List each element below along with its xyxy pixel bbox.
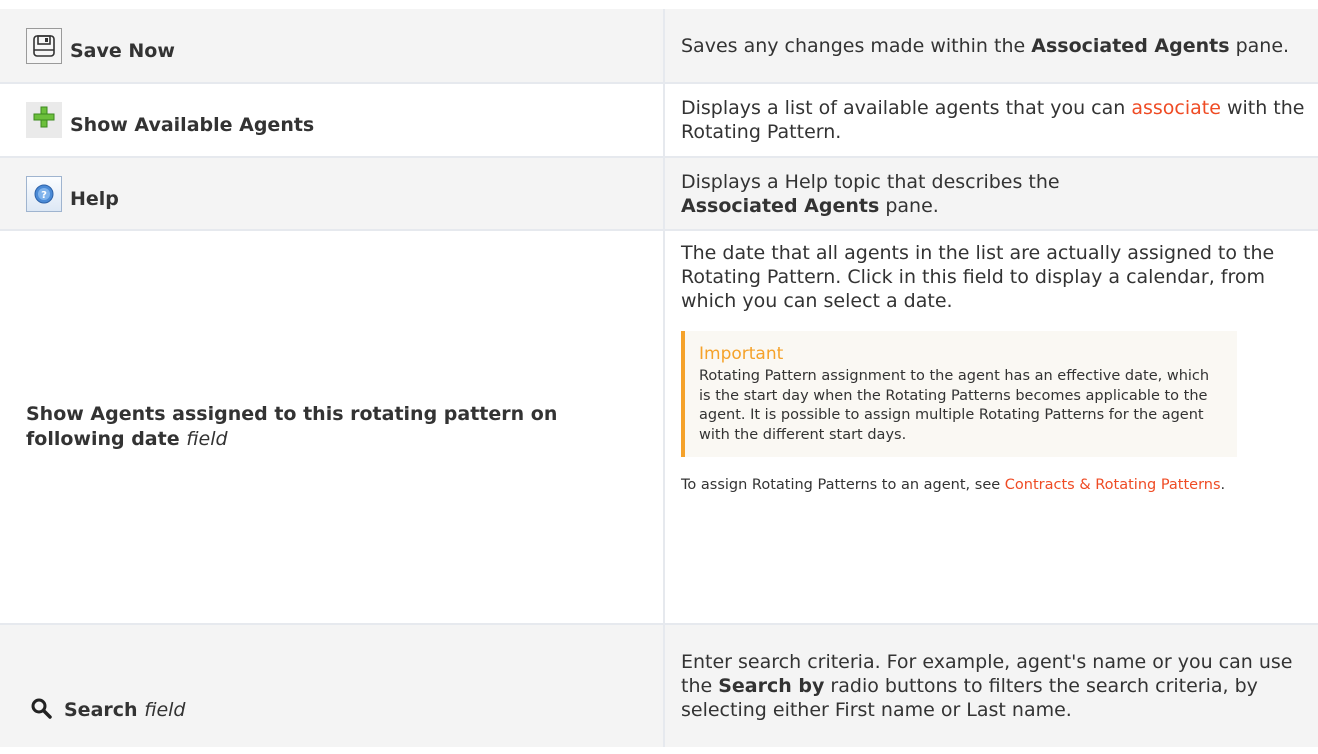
- search-field-button[interactable]: [26, 693, 56, 723]
- description: Displays a list of available agents that…: [681, 96, 1306, 144]
- term-cell: Show Available Agents: [0, 84, 665, 156]
- important-callout: Important Rotating Pattern assignment to…: [681, 331, 1237, 457]
- term-label: Save Now: [70, 39, 175, 62]
- table-row: ? Help Displays a Help topic that descri…: [0, 158, 1318, 229]
- term-text: Show Agents assigned to this rotating pa…: [26, 403, 558, 450]
- help-icon: ?: [26, 175, 62, 212]
- note-text: To assign Rotating Patterns to an agent,…: [681, 475, 1306, 495]
- plus-icon: [26, 102, 62, 138]
- description: The date that all agents in the list are…: [681, 242, 1275, 312]
- associate-link[interactable]: associate: [1131, 97, 1221, 119]
- description-cell: The date that all agents in the list are…: [664, 231, 1318, 623]
- table-row: Search field Enter search criteria. For …: [0, 625, 1318, 747]
- svg-text:?: ?: [41, 190, 47, 201]
- important-body: Rotating Pattern assignment to the agent…: [699, 368, 1210, 443]
- table-row: Show Agents assigned to this rotating pa…: [0, 231, 1318, 623]
- note-pre: To assign Rotating Patterns to an agent,…: [681, 477, 1005, 493]
- term-cell: Save Now: [0, 9, 665, 82]
- desc-bold: Search by: [718, 675, 825, 697]
- term-cell: Search field: [0, 625, 665, 747]
- description-cell: Displays a Help topic that describes the…: [664, 158, 1318, 229]
- term-label: Show Available Agents: [70, 114, 315, 136]
- table-row: Save Now Saves any changes made within t…: [0, 9, 1318, 82]
- term-cell: ? Help: [0, 158, 665, 229]
- term-cell: Show Agents assigned to this rotating pa…: [0, 231, 665, 623]
- description-cell: Saves any changes made within the Associ…: [664, 9, 1318, 82]
- description: Displays a Help topic that describes the…: [681, 170, 1306, 218]
- desc-text: pane.: [879, 194, 939, 217]
- term-label: Search field: [64, 699, 186, 721]
- term-text: Search: [64, 699, 138, 721]
- note-post: .: [1220, 477, 1226, 493]
- term-label: Show Agents assigned to this rotating pa…: [26, 403, 557, 450]
- term-suffix: field: [144, 699, 186, 721]
- desc-text: Displays a Help topic that describes the: [681, 170, 1060, 193]
- contracts-rotating-patterns-link[interactable]: Contracts & Rotating Patterns: [1005, 477, 1221, 493]
- description-cell: Enter search criteria. For example, agen…: [664, 625, 1318, 747]
- help-button[interactable]: ?: [26, 175, 62, 212]
- term-label: Help: [70, 187, 119, 210]
- search-icon: [26, 693, 56, 723]
- description: Enter search criteria. For example, agen…: [681, 650, 1306, 722]
- desc-bold: Associated Agents: [681, 194, 880, 217]
- desc-text: Displays a list of available agents that…: [681, 97, 1132, 119]
- desc-bold: Associated Agents: [1031, 34, 1230, 57]
- reference-table: Save Now Saves any changes made within t…: [0, 9, 1318, 747]
- term-suffix: field: [186, 428, 228, 450]
- show-available-agents-button[interactable]: [26, 102, 62, 138]
- desc-text: Saves any changes made within the: [681, 34, 1032, 57]
- important-title: Important: [699, 344, 784, 364]
- description: Saves any changes made within the Associ…: [681, 34, 1306, 58]
- desc-text: pane.: [1229, 34, 1290, 57]
- save-button[interactable]: [26, 27, 62, 64]
- save-icon: [26, 27, 62, 64]
- description-cell: Displays a list of available agents that…: [664, 84, 1318, 156]
- table-row: Show Available Agents Displays a list of…: [0, 84, 1318, 156]
